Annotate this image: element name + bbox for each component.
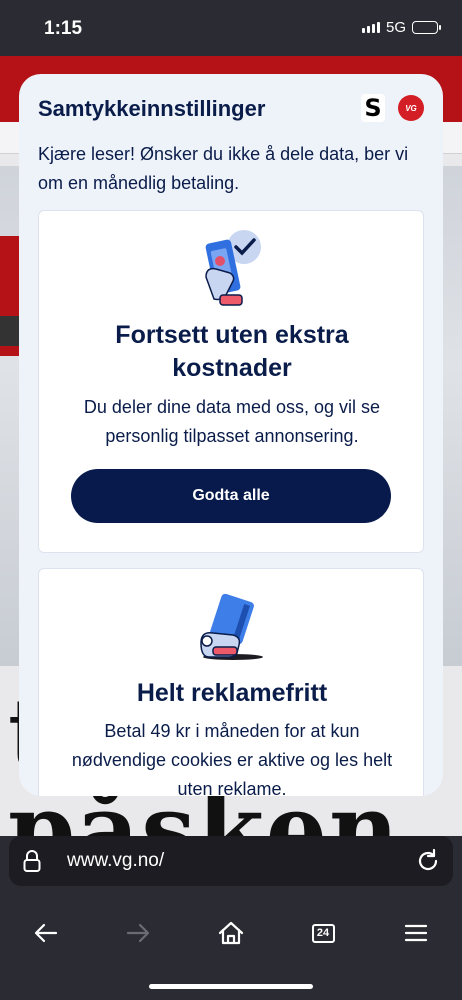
- home-icon: [218, 921, 244, 945]
- vg-logo-icon: VG: [398, 95, 424, 121]
- menu-icon: [405, 924, 427, 942]
- status-indicators: 5G: [361, 19, 441, 36]
- url-text[interactable]: www.vg.no/: [67, 850, 164, 872]
- signal-icon: [361, 22, 380, 33]
- reload-icon[interactable]: [415, 848, 441, 874]
- card-payment-illustration-icon: [200, 593, 263, 660]
- status-time: 1:15: [44, 18, 83, 39]
- consent-modal: Samtykkeinnstillinger S VG Kjære leser! …: [19, 74, 443, 796]
- back-button[interactable]: [26, 918, 66, 948]
- schibsted-logo-icon: S: [361, 94, 385, 122]
- lock-icon: [23, 850, 41, 872]
- modal-intro-text: Kjære leser! Ønsker du ikke å dele data,…: [38, 144, 409, 193]
- tabs-icon: 24: [311, 923, 335, 943]
- network-label: 5G: [385, 19, 406, 36]
- home-button[interactable]: [211, 918, 251, 948]
- accept-all-button[interactable]: Godta alle: [71, 469, 391, 523]
- menu-button[interactable]: [396, 918, 436, 948]
- phone-checkmark-illustration-icon: [205, 230, 261, 306]
- browser-toolbar: 24: [0, 890, 462, 1000]
- url-bar-area: www.vg.no/: [0, 836, 462, 890]
- status-bar: 1:15 5G: [0, 0, 462, 56]
- battery-icon: [412, 21, 441, 34]
- free-option-title: Fortsett uten ekstra kostnader: [115, 321, 349, 382]
- free-option-description: Du deler dine data med oss, og vil se pe…: [83, 397, 381, 446]
- paid-option-card: Helt reklamefritt Betal 49 kr i måneden …: [38, 568, 424, 796]
- paid-option-description: Betal 49 kr i måneden for at kun nødvend…: [71, 721, 393, 796]
- tabs-button[interactable]: 24: [303, 918, 343, 948]
- forward-icon: [126, 923, 150, 943]
- back-icon: [34, 923, 58, 943]
- free-option-card: Fortsett uten ekstra kostnader Du deler …: [38, 210, 424, 553]
- url-bar[interactable]: www.vg.no/: [9, 836, 453, 886]
- modal-title: Samtykkeinnstillinger: [38, 96, 266, 121]
- home-indicator[interactable]: [149, 984, 313, 989]
- modal-header: Samtykkeinnstillinger S VG: [19, 74, 443, 134]
- forward-button[interactable]: [118, 918, 158, 948]
- paid-option-title: Helt reklamefritt: [136, 679, 328, 707]
